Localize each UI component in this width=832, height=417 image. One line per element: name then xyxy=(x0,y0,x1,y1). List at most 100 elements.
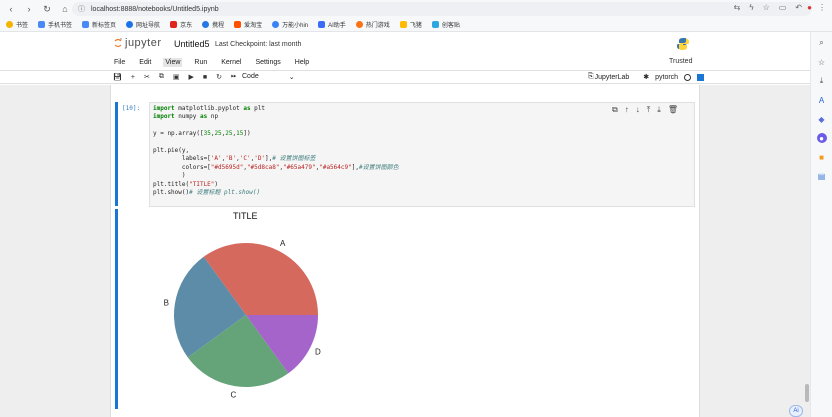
cell-selection-bar[interactable] xyxy=(115,102,118,206)
avatar-icon[interactable]: ● xyxy=(807,3,812,12)
game-icon xyxy=(355,21,363,28)
bug-icon[interactable]: ✱ xyxy=(643,73,649,81)
checkpoint-status: Last Checkpoint: last month xyxy=(215,41,302,48)
bookmarks-bar: 书签 手机书签 新标签页 网址导航 京东 携程 爱淘宝 万能小hin AI助手 … xyxy=(0,18,832,32)
ai-assistant-icon xyxy=(318,21,326,28)
menu-icon[interactable]: ⋮ xyxy=(818,3,826,12)
cell-type-value: Code xyxy=(242,73,259,80)
code-text: import matplotlib.pyplot as plt import n… xyxy=(153,105,399,197)
kernel-status-icon xyxy=(684,73,692,81)
url-text: localhost:8888/notebooks/Untitled5.ipynb xyxy=(91,5,219,13)
ctrip-icon xyxy=(202,21,210,28)
menu-run[interactable]: Run xyxy=(192,58,209,67)
forward-icon[interactable]: › xyxy=(22,2,36,16)
settings-icon[interactable] xyxy=(697,73,705,81)
taobao-icon xyxy=(234,21,242,28)
copy-icon[interactable]: ⧉ xyxy=(159,73,164,81)
bookmark-item[interactable]: 手机书签 xyxy=(38,20,72,29)
notebook-title[interactable]: Untitled5 xyxy=(174,39,210,49)
assistant-icon xyxy=(272,21,280,28)
history-icon[interactable]: ↶ xyxy=(795,3,802,12)
insert-below-icon[interactable]: ⤓ xyxy=(657,105,661,115)
bookmark-item[interactable]: 京东 xyxy=(170,20,192,29)
ai-icon[interactable]: A xyxy=(817,95,827,105)
bookmark-icon xyxy=(6,21,13,28)
nav-site-icon xyxy=(126,21,134,28)
pie-chart: A B C D xyxy=(164,239,321,400)
notes-icon[interactable]: ▤ xyxy=(817,171,827,181)
bookmark-item[interactable]: 爱淘宝 xyxy=(234,20,262,29)
bookmark-item[interactable]: 万能小hin xyxy=(272,20,308,29)
add-cell-icon[interactable]: + xyxy=(131,74,135,81)
move-down-icon[interactable]: ↓ xyxy=(636,105,640,115)
pie-label-a: A xyxy=(280,239,286,248)
sidebar-icon[interactable]: ▭ xyxy=(779,3,787,12)
gamepad-icon[interactable]: ◆ xyxy=(817,114,827,124)
cell-prompt: [10]: xyxy=(122,105,141,112)
jupyterlab-link[interactable]: JupyterLab xyxy=(595,74,630,81)
menu-help[interactable]: Help xyxy=(293,58,311,67)
home-icon[interactable]: ⌂ xyxy=(58,2,72,16)
python-logo-icon xyxy=(677,38,689,50)
external-link-icon: ⎘ xyxy=(588,73,594,80)
favorite-icon[interactable]: ☆ xyxy=(817,57,827,67)
site-info-icon[interactable]: ⓘ xyxy=(78,4,85,14)
delete-icon[interactable]: 🗑︎ xyxy=(668,105,678,115)
duplicate-icon[interactable]: ⧉ xyxy=(612,105,618,115)
ai-button[interactable]: Ai xyxy=(789,405,803,417)
jupyter-wordmark: jupyter xyxy=(125,37,162,49)
bookmark-item[interactable]: AI助手 xyxy=(318,20,346,29)
move-up-icon[interactable]: ↑ xyxy=(625,105,629,115)
translate-icon[interactable]: ⇆ xyxy=(734,3,741,12)
search-icon[interactable]: ⌕ xyxy=(817,38,827,48)
pie-label-d: D xyxy=(315,348,321,357)
fast-forward-icon[interactable]: ⏩︎ xyxy=(231,73,237,81)
cut-icon[interactable]: ✂ xyxy=(144,73,150,81)
address-bar[interactable]: ⓘ localhost:8888/notebooks/Untitled5.ipy… xyxy=(72,2,812,16)
back-icon[interactable]: ‹ xyxy=(4,2,18,16)
kernel-name[interactable]: pytorch xyxy=(655,74,678,81)
bookmark-item[interactable]: 新标签页 xyxy=(82,20,116,29)
folder-icon xyxy=(82,21,90,28)
folder-icon xyxy=(38,21,46,28)
lightning-icon[interactable]: ϟ xyxy=(749,3,753,12)
menu-bar: File Edit View Run Kernel Settings Help xyxy=(112,56,810,69)
paste-icon[interactable]: ▣ xyxy=(173,73,180,81)
jupyter-logo[interactable]: jupyter xyxy=(114,37,162,49)
save-icon[interactable]: 💾︎ xyxy=(113,73,122,81)
menu-edit[interactable]: Edit xyxy=(137,58,153,67)
pie-label-b: B xyxy=(164,298,169,307)
jupyter-logo-icon xyxy=(114,38,122,48)
bookmark-item[interactable]: 携程 xyxy=(202,20,224,29)
bookmark-item[interactable]: 热门游戏 xyxy=(355,20,390,29)
cell-toolbar: ⧉ ↑ ↓ ⤒ ⤓ 🗑︎ xyxy=(612,105,678,115)
reload-icon[interactable]: ↻ xyxy=(40,2,54,16)
jd-icon xyxy=(170,21,178,28)
insert-above-icon[interactable]: ⤒ xyxy=(647,105,651,115)
bookmark-item[interactable]: 书签 xyxy=(6,20,28,29)
bookmark-item[interactable]: 飞猪 xyxy=(399,20,422,29)
pie-label-c: C xyxy=(230,391,236,400)
cell-type-select[interactable]: Code ⌄ xyxy=(242,73,295,81)
menu-kernel[interactable]: Kernel xyxy=(219,58,243,67)
browser-side-panel: ⌕ ☆ ⤓ A ◆ ● ■ ▤ xyxy=(810,32,832,417)
download-icon[interactable]: ⤓ xyxy=(817,76,827,86)
menu-settings[interactable]: Settings xyxy=(253,58,282,67)
restart-icon[interactable]: ↻ xyxy=(216,73,222,81)
output-selection-bar[interactable] xyxy=(115,209,118,409)
scrollbar-thumb[interactable] xyxy=(805,384,809,402)
fliggy-icon xyxy=(399,21,407,28)
bookmark-item[interactable]: 网址导航 xyxy=(126,20,160,29)
gift-icon[interactable]: ■ xyxy=(817,152,827,162)
run-icon[interactable]: ▶ xyxy=(188,73,193,81)
assistant-icon[interactable]: ● xyxy=(816,133,827,143)
notebook-toolbar: 💾︎ + ✂ ⧉ ▣ ▶ ■ ↻ ⏩︎ Code ⌄ ⎘ JupyterLab … xyxy=(0,70,810,84)
menu-view[interactable]: View xyxy=(163,58,183,67)
chevron-down-icon: ⌄ xyxy=(288,74,295,81)
menu-file[interactable]: File xyxy=(112,58,127,67)
chuangketie-icon xyxy=(431,21,439,28)
stop-icon[interactable]: ■ xyxy=(203,74,207,81)
trusted-indicator[interactable]: Trusted xyxy=(669,58,692,65)
star-icon[interactable]: ☆ xyxy=(763,3,770,12)
bookmark-item[interactable]: 创客贴 xyxy=(431,20,460,29)
